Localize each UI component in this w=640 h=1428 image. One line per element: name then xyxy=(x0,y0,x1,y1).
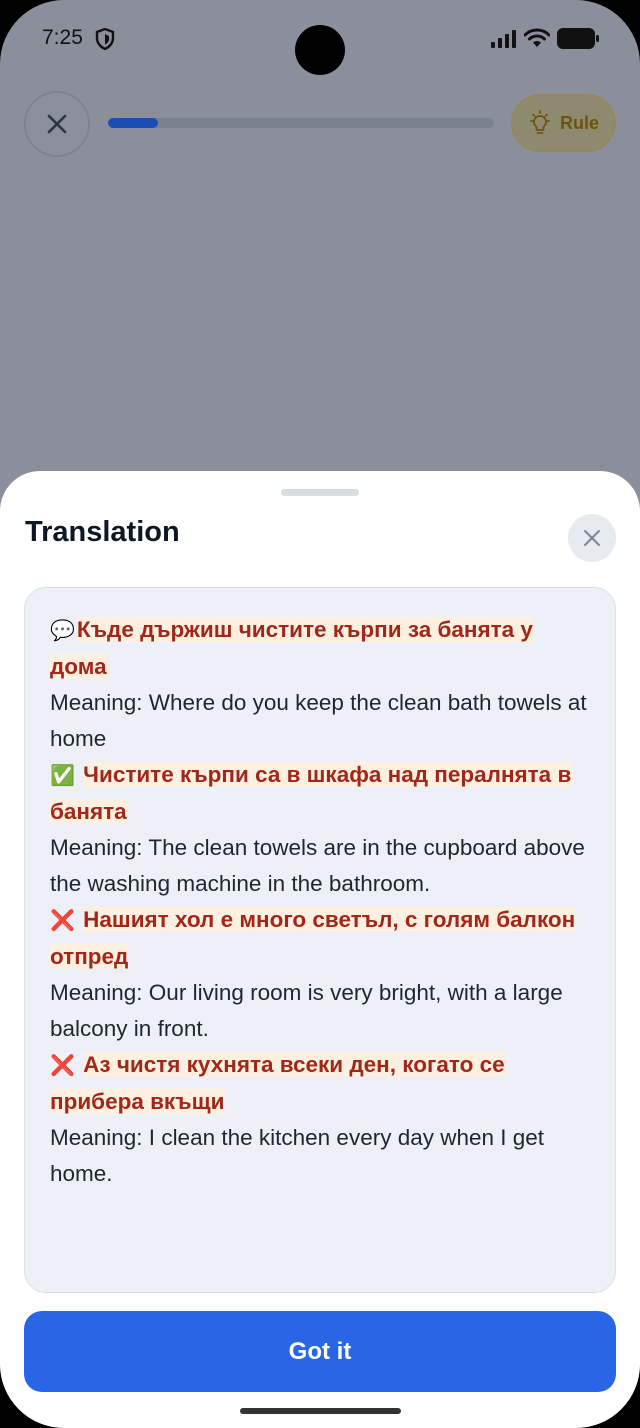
translation-entry: ❌ Аз чистя кухнята всеки ден, когато се … xyxy=(50,1047,590,1192)
sentence-meaning: Meaning: The clean towels are in the cup… xyxy=(50,835,585,896)
close-icon xyxy=(47,114,67,134)
translation-entry: ✅ Чистите кърпи са в шкафа над пералнята… xyxy=(50,757,590,902)
sheet-title: Translation xyxy=(25,516,180,548)
sentence-meaning: Meaning: Where do you keep the clean bat… xyxy=(50,690,587,751)
home-indicator[interactable] xyxy=(240,1408,401,1414)
close-icon xyxy=(584,530,600,546)
app-screen: 7:25 Rule Translation 💬Къде държиш чисти… xyxy=(0,0,640,1428)
close-lesson-button[interactable] xyxy=(24,91,90,157)
lesson-progress-bar xyxy=(108,118,494,128)
wifi-icon xyxy=(524,28,550,47)
cross-mark-icon: ❌ xyxy=(50,1055,75,1077)
lightbulb-icon xyxy=(530,110,550,134)
rule-button-label: Rule xyxy=(559,112,599,133)
speech-bubble-icon: 💬 xyxy=(50,620,75,642)
rule-button[interactable]: Rule xyxy=(511,94,616,152)
close-sheet-button[interactable] xyxy=(568,514,616,562)
check-mark-icon: ✅ xyxy=(50,765,75,787)
status-time: 7:25 xyxy=(42,26,83,49)
sentence-bulgarian: Къде държиш чистите кърпи за банята у до… xyxy=(50,617,533,679)
translation-entry: ❌ Нашият хол е много светъл, с голям бал… xyxy=(50,902,590,1047)
sentence-bulgarian: Чистите кърпи са в шкафа над пералнята в… xyxy=(50,762,572,824)
sentence-meaning: Meaning: I clean the kitchen every day w… xyxy=(50,1125,545,1186)
got-it-button[interactable]: Got it xyxy=(24,1311,616,1392)
cross-mark-icon: ❌ xyxy=(50,910,75,932)
lesson-progress-fill xyxy=(108,118,159,128)
translation-entry: 💬Къде държиш чистите кърпи за банята у д… xyxy=(50,612,590,757)
sentence-meaning: Meaning: Our living room is very bright,… xyxy=(50,980,563,1041)
sentence-bulgarian: Нашият хол е много светъл, с голям балко… xyxy=(50,907,576,969)
sentence-bulgarian: Аз чистя кухнята всеки ден, когато се пр… xyxy=(50,1052,505,1114)
translation-content: 💬Къде държиш чистите кърпи за банята у д… xyxy=(24,587,616,1293)
cellular-signal-icon xyxy=(491,30,516,48)
battery-icon xyxy=(557,28,599,49)
front-camera xyxy=(295,25,345,75)
shield-icon xyxy=(95,28,115,50)
translation-sheet: Translation 💬Къде държиш чистите кърпи з… xyxy=(0,471,640,1428)
sheet-grabber[interactable] xyxy=(281,489,359,496)
